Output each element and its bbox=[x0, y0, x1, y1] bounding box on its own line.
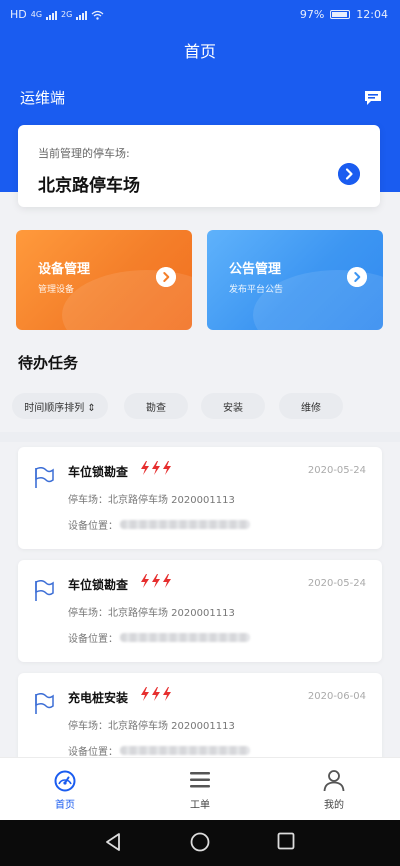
home-icon[interactable] bbox=[190, 832, 210, 856]
back-icon[interactable] bbox=[104, 832, 122, 856]
task-lot-label: 停车场： bbox=[68, 721, 108, 732]
battery-percent: 97% bbox=[299, 8, 325, 21]
chevron-right-icon[interactable] bbox=[347, 267, 367, 287]
tab-me[interactable]: 我的 bbox=[294, 768, 374, 811]
task-lot-line: 停车场：北京路停车场 2020001113 bbox=[68, 604, 235, 619]
tab-home-label: 首页 bbox=[55, 800, 75, 811]
lightning-icon bbox=[152, 574, 160, 588]
urgency-indicator bbox=[140, 461, 172, 475]
role-label: 运维端 bbox=[20, 89, 66, 107]
task-location-label: 设备位置： bbox=[68, 634, 118, 645]
wifi-icon bbox=[91, 10, 104, 20]
task-location-label: 设备位置： bbox=[68, 747, 118, 758]
list-icon bbox=[190, 772, 210, 788]
todo-section-title: 待办任务 bbox=[18, 354, 79, 372]
task-card[interactable]: 车位锁勘查 2020-05-24 停车场：北京路停车场 2020001113 设… bbox=[18, 560, 382, 662]
page-title: 首页 bbox=[183, 42, 216, 61]
device-management-tile[interactable]: 设备管理 管理设备 bbox=[16, 230, 192, 330]
recents-icon[interactable] bbox=[277, 832, 295, 854]
task-lot-label: 停车场： bbox=[68, 495, 108, 506]
bottom-tab-bar: 首页 工单 我的 bbox=[0, 757, 400, 820]
message-icon[interactable] bbox=[364, 90, 382, 106]
task-location-line: 设备位置： bbox=[68, 517, 250, 532]
task-date: 2020-05-24 bbox=[307, 465, 366, 476]
tile-subtitle: 管理设备 bbox=[38, 285, 75, 295]
sort-by-time-button[interactable]: 时间顺序排列 ⇕ bbox=[12, 393, 108, 419]
lightning-icon bbox=[163, 687, 171, 701]
task-location-line: 设备位置： bbox=[68, 743, 250, 758]
task-title: 车位锁勘查 bbox=[68, 465, 129, 479]
task-location-label: 设备位置： bbox=[68, 521, 118, 532]
lightning-icon bbox=[152, 461, 160, 475]
status-left: HD 4G 2G bbox=[10, 8, 104, 21]
filter-install-chip[interactable]: 安装 bbox=[201, 393, 265, 419]
dashboard-icon bbox=[54, 770, 76, 792]
filter-survey-chip[interactable]: 勘查 bbox=[124, 393, 188, 419]
flag-icon bbox=[35, 467, 54, 488]
task-lot-label: 停车场： bbox=[68, 608, 108, 619]
user-icon bbox=[323, 770, 345, 792]
task-date: 2020-06-04 bbox=[307, 691, 366, 702]
task-date: 2020-05-24 bbox=[307, 578, 366, 589]
task-lot-value: 北京路停车场 2020001113 bbox=[108, 608, 235, 619]
current-lot-card[interactable]: 当前管理的停车场: 北京路停车场 bbox=[18, 125, 380, 207]
task-lot-value: 北京路停车场 2020001113 bbox=[108, 495, 235, 506]
current-lot-caption: 当前管理的停车场: bbox=[38, 147, 130, 160]
tab-work-orders-label: 工单 bbox=[190, 800, 210, 811]
task-card[interactable]: 车位锁勘查 2020-05-24 停车场：北京路停车场 2020001113 设… bbox=[18, 447, 382, 549]
signal-2-label: 2G bbox=[61, 10, 73, 19]
signal-icon bbox=[76, 10, 88, 20]
task-location-line: 设备位置： bbox=[68, 630, 250, 645]
task-title: 车位锁勘查 bbox=[68, 578, 129, 592]
chevron-right-icon[interactable] bbox=[156, 267, 176, 287]
task-lot-value: 北京路停车场 2020001113 bbox=[108, 721, 235, 732]
tab-work-orders[interactable]: 工单 bbox=[160, 768, 240, 811]
tile-subtitle: 发布平台公告 bbox=[229, 285, 284, 295]
filter-repair-chip[interactable]: 维修 bbox=[279, 393, 343, 419]
flag-icon bbox=[35, 580, 54, 601]
lightning-icon bbox=[152, 687, 160, 701]
task-title: 充电桩安装 bbox=[68, 691, 129, 705]
tab-home[interactable]: 首页 bbox=[25, 768, 105, 811]
tab-me-label: 我的 bbox=[324, 800, 344, 811]
hd-indicator: HD bbox=[10, 8, 27, 21]
battery-icon bbox=[330, 10, 351, 19]
blurred-location-value bbox=[120, 746, 250, 755]
tile-title: 公告管理 bbox=[229, 262, 282, 277]
lightning-icon bbox=[163, 574, 171, 588]
urgency-indicator bbox=[140, 687, 172, 701]
lightning-icon bbox=[141, 687, 149, 701]
lightning-icon bbox=[141, 461, 149, 475]
chevron-right-icon[interactable] bbox=[338, 163, 360, 185]
current-lot-name: 北京路停车场 bbox=[38, 176, 140, 196]
clock: 12:04 bbox=[356, 8, 388, 21]
blurred-location-value bbox=[120, 633, 250, 642]
filter-bar: 时间顺序排列 ⇕ 勘查 安装 维修 bbox=[0, 393, 400, 421]
system-navigation-bar bbox=[0, 820, 400, 866]
urgency-indicator bbox=[140, 574, 172, 588]
tile-title: 设备管理 bbox=[38, 262, 91, 277]
announcement-management-tile[interactable]: 公告管理 发布平台公告 bbox=[207, 230, 383, 330]
status-right: 97% 12:04 bbox=[300, 8, 388, 21]
signal-1-label: 4G bbox=[30, 10, 43, 19]
signal-icon bbox=[46, 10, 58, 20]
task-lot-line: 停车场：北京路停车场 2020001113 bbox=[68, 491, 235, 506]
section-divider bbox=[0, 432, 400, 442]
blurred-location-value bbox=[120, 520, 250, 529]
lightning-icon bbox=[163, 461, 171, 475]
status-bar: HD 4G 2G 97% 12:04 bbox=[0, 0, 400, 30]
flag-icon bbox=[35, 693, 54, 714]
task-lot-line: 停车场：北京路停车场 2020001113 bbox=[68, 717, 235, 732]
lightning-icon bbox=[141, 574, 149, 588]
